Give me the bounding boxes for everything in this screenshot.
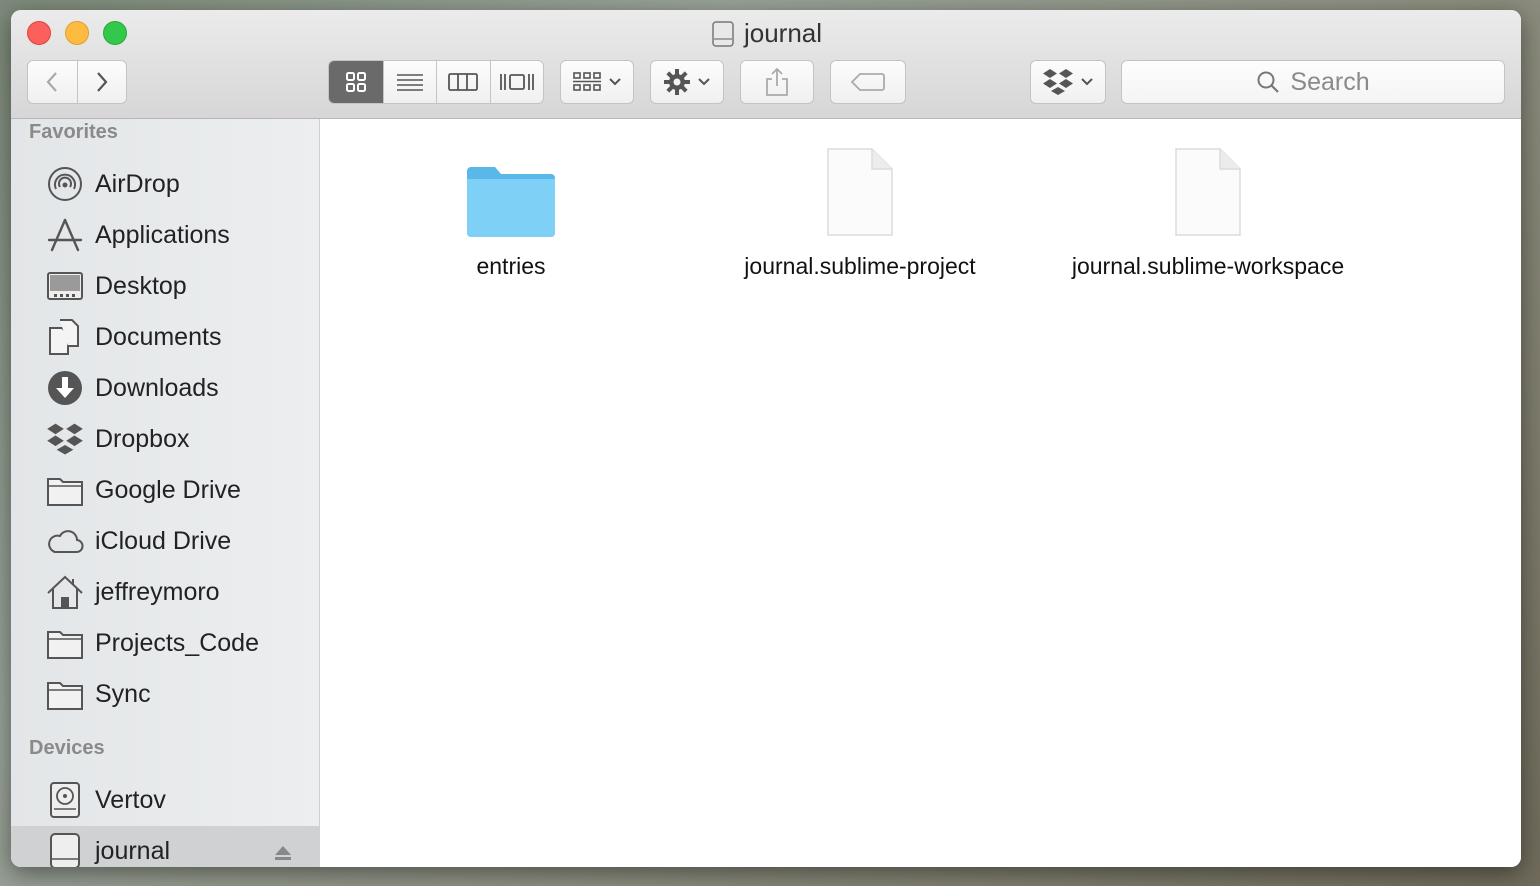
file-item-sublime-project[interactable]: journal.sublime-project [710,139,1010,280]
window-title: journal [11,18,1521,49]
finder-window: journal Search Favorites AirDrop Applica… [11,10,1521,867]
toolbar: journal Search [11,10,1521,119]
dropbox-icon [45,419,85,459]
sidebar-item-desktop[interactable]: Desktop [11,261,320,311]
icon-view-icon [345,72,366,92]
search-icon [1257,71,1280,93]
chevron-down-icon [609,78,621,86]
gear-icon [664,69,690,95]
sidebar-item-documents[interactable]: Documents [11,312,320,362]
chevron-down-icon [1081,78,1093,86]
sidebar-item-label: iCloud Drive [95,526,232,555]
home-icon [45,572,85,612]
documents-icon [45,317,85,357]
sidebar-item-sync[interactable]: Sync [11,669,320,719]
sidebar-item-label: journal [95,836,171,865]
document-icon [710,139,1010,239]
chevron-right-icon [96,72,108,92]
view-mode-group [328,60,544,104]
sidebar-item-dropbox[interactable]: Dropbox [11,414,320,464]
arrange-button[interactable] [560,60,634,104]
applications-icon [45,215,85,255]
dropbox-icon [1043,69,1073,95]
disk-icon [712,20,734,47]
share-button[interactable] [740,60,814,104]
coverflow-view-button[interactable] [489,61,544,103]
file-name: journal.sublime-workspace [1071,253,1345,279]
chevron-down-icon [698,78,710,86]
folder-icon [45,674,85,714]
share-icon [766,67,788,96]
search-placeholder: Search [1290,67,1370,96]
sidebar-item-vertov[interactable]: Vertov [11,775,320,825]
sidebar-item-applications[interactable]: Applications [11,210,320,260]
folder-icon [361,139,661,239]
file-item-sublime-workspace[interactable]: journal.sublime-workspace [1058,139,1358,280]
sidebar-item-label: Downloads [95,373,219,402]
sidebar-item-label: Sync [95,679,151,708]
sidebar-item-label: Projects_Code [95,628,259,657]
eject-icon[interactable] [274,840,292,867]
sidebar-item-label: Google Drive [95,475,241,504]
sidebar-item-label: Dropbox [95,424,190,453]
window-title-text: journal [743,18,823,48]
nav-button-group [27,60,127,104]
disk-icon [45,831,85,867]
downloads-icon [45,368,85,408]
coverflow-view-icon [499,74,534,90]
sidebar-item-label: Desktop [95,271,187,300]
sidebar-item-label: Applications [95,220,230,249]
sidebar-item-jeffreymoro[interactable]: jeffreymoro [11,567,320,617]
devices-header: Devices [29,737,105,759]
sidebar: Favorites AirDrop Applications Desktop D… [11,119,320,867]
action-button[interactable] [650,60,724,104]
favorites-header: Favorites [29,121,118,143]
desktop-icon [45,266,85,306]
document-icon [1058,139,1358,239]
sidebar-item-label: jeffreymoro [95,577,220,606]
sidebar-item-label: Vertov [95,785,166,814]
tag-icon [850,73,885,91]
sidebar-item-projects-code[interactable]: Projects_Code [11,618,320,668]
folder-icon [45,623,85,663]
list-view-button[interactable] [382,61,437,103]
icon-view-button[interactable] [329,61,383,103]
back-button[interactable] [28,61,77,103]
sidebar-item-icloud-drive[interactable]: iCloud Drive [11,516,320,566]
airdrop-icon [45,164,85,204]
hard-drive-icon [45,780,85,820]
cloud-icon [45,521,85,561]
file-name: journal.sublime-project [744,253,976,279]
chevron-left-icon [46,72,58,92]
forward-button[interactable] [76,61,127,103]
sidebar-item-label: AirDrop [95,169,180,198]
arrange-grid-icon [573,72,601,91]
file-name: entries [476,253,546,279]
folder-icon [45,470,85,510]
sidebar-item-google-drive[interactable]: Google Drive [11,465,320,515]
dropbox-button[interactable] [1030,60,1106,104]
column-view-icon [448,73,479,91]
file-item-entries[interactable]: entries [361,139,661,280]
sidebar-item-airdrop[interactable]: AirDrop [11,159,320,209]
list-view-icon [396,74,423,91]
sidebar-item-journal[interactable]: journal [11,826,320,867]
sidebar-item-downloads[interactable]: Downloads [11,363,320,413]
file-browser: entries journal.sublime-project journal.… [321,119,1521,867]
sidebar-item-label: Documents [95,322,222,351]
tag-button[interactable] [830,60,906,104]
column-view-button[interactable] [436,61,490,103]
search-input[interactable]: Search [1121,60,1505,104]
